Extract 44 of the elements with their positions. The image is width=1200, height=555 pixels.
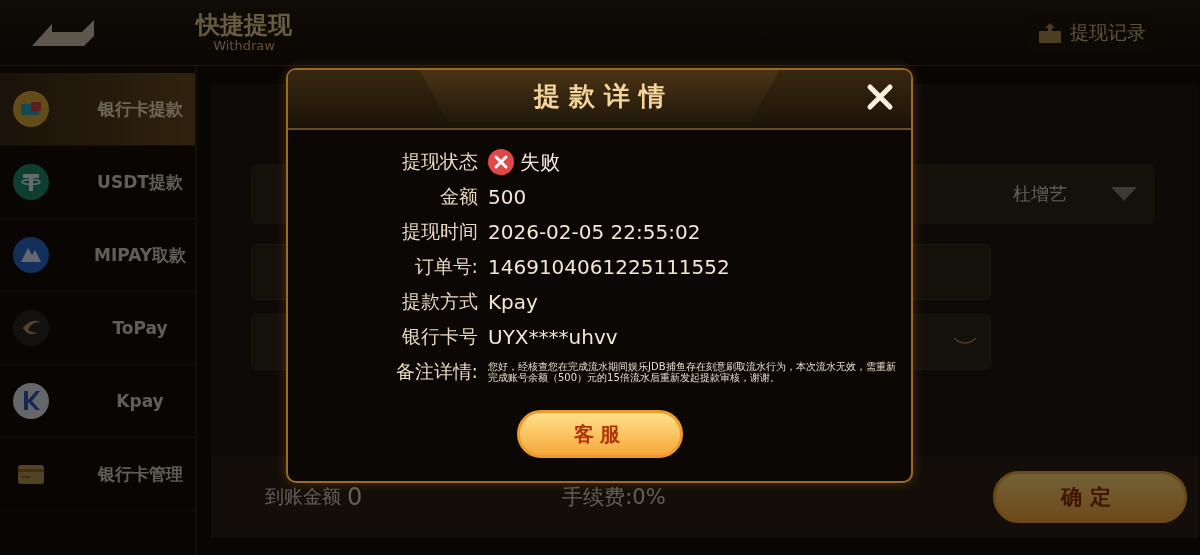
detail-label: 金额 [439,184,478,209]
sidebar-label: MIPAY取款 [93,243,187,267]
sidebar-label: ToPay [111,318,169,338]
dialog-title: 提 款 详 情 [419,70,780,122]
error-icon [488,149,514,175]
detail-label: 提款方式 [401,289,478,314]
detail-value: UYX****uhvv [488,325,618,349]
k-logo-icon [13,383,49,419]
bank-card-icon [13,91,49,127]
dropdown-caret-icon [1111,187,1137,201]
detail-value: 失败 [520,148,560,176]
page-subtitle: Withdraw [213,38,275,54]
sidebar-item[interactable]: USDT提款 [0,146,195,219]
received-label: 到账金额 [265,484,341,509]
received-amount: 0 [347,483,363,511]
close-button[interactable] [865,82,895,112]
note-text: 您好，经核查您在完成流水期间娱乐JDB捕鱼存在刻意刷取流水行为，本次流水无效，需重新完成账号余额（500）元的15倍流水后重新发起提款审核，谢谢。 [488,361,897,383]
sidebar-label: 银行卡提款 [96,97,184,121]
sidebar-item[interactable]: 银行卡提款 [0,73,195,146]
sidebar-label: Kpay [115,391,165,411]
close-icon [865,82,895,112]
detail-label: 提现时间 [401,219,478,244]
note-label: 备注详情: [394,359,478,384]
swoosh-logo-icon [13,310,49,346]
mountain-logo-icon [13,237,49,273]
sidebar-label: 银行卡管理 [96,462,184,486]
detail-value: 2026-02-05 22:55:02 [488,220,701,244]
fee-text: 手续费:0% [562,484,666,511]
detail-value: 1469104061225111552 [488,255,730,279]
detail-label: 订单号: [413,254,478,279]
sidebar-item[interactable]: 银行卡管理 [0,438,195,511]
confirm-button[interactable]: 确定 [993,471,1187,523]
sidebar-item[interactable]: Kpay [0,365,195,438]
page-title: 快捷提现 [196,11,292,39]
sidebar-label: USDT提款 [96,170,184,194]
detail-value: Kpay [488,290,538,314]
detail-value: 500 [488,185,527,209]
sidebar-item[interactable]: MIPAY取款 [0,219,195,292]
sidebar-item[interactable]: ToPay [0,292,195,365]
tether-icon [13,164,49,200]
upload-box-icon [1038,21,1062,44]
detail-label: 银行卡号 [401,324,478,349]
customer-service-button[interactable]: 客服 [516,410,683,458]
detail-label: 提现状态 [401,149,478,174]
